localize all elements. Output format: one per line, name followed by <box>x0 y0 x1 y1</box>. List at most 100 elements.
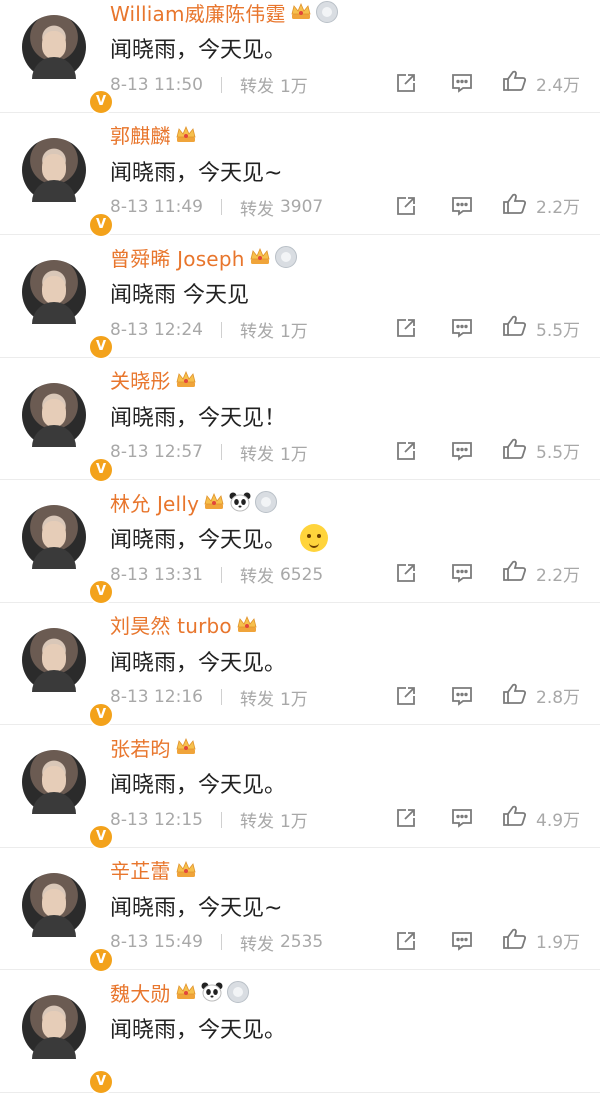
comment-icon[interactable] <box>450 438 474 464</box>
like-count: 5.5万 <box>536 443 581 463</box>
comment-feed: V William威廉陈伟霆 闻晓雨，今天见。 8-13 11:50 转发 1万 2.4万 V… <box>0 0 600 1095</box>
comment-item: V 曾舜晞 Joseph 闻晓雨 今天见 8-13 12:24 转发 1万 5.5万 <box>0 235 600 360</box>
user-name[interactable]: 刘昊然 turbo <box>110 610 232 639</box>
divider <box>220 76 222 93</box>
like-button[interactable]: 2.2万 <box>502 560 580 586</box>
user-name[interactable]: 魏大勋 <box>110 978 171 1007</box>
like-button[interactable]: 5.5万 <box>502 315 580 341</box>
divider <box>220 321 222 338</box>
like-button[interactable]: 5.5万 <box>502 438 580 464</box>
divider <box>220 689 222 705</box>
comment-time: 8-13 15:49 <box>110 932 203 952</box>
crown-icon <box>290 2 312 21</box>
crown-icon <box>175 370 197 389</box>
user-name[interactable]: 辛芷蕾 <box>110 855 171 884</box>
user-name[interactable]: 关晓彤 <box>110 365 171 394</box>
comment-item: V 刘昊然 turbo 闻晓雨，今天见。 8-13 12:16 转发 1万 2.8万 <box>0 603 600 728</box>
thumbs-up-icon <box>502 559 528 587</box>
comment-icon[interactable] <box>450 928 474 954</box>
forward-count: 6525 <box>279 564 324 585</box>
avatar[interactable]: V <box>22 872 114 973</box>
comment-actions: 5.5万 <box>394 315 590 341</box>
avatar[interactable]: V <box>22 995 114 1095</box>
divider <box>220 566 222 583</box>
like-button[interactable]: 1.9万 <box>502 928 580 954</box>
avatar[interactable]: V <box>22 505 114 605</box>
forward-label: 转发 <box>239 934 274 955</box>
forward-label: 转发 <box>239 77 274 97</box>
comment-time: 8-13 11:50 <box>110 74 203 95</box>
share-icon[interactable] <box>394 683 418 709</box>
share-icon[interactable] <box>394 805 418 831</box>
crown-icon <box>175 737 197 756</box>
comment-icon[interactable] <box>450 193 474 219</box>
share-icon[interactable] <box>394 193 418 219</box>
divider <box>220 934 222 950</box>
avatar[interactable]: V <box>22 260 114 360</box>
user-name[interactable]: William威廉陈伟霆 <box>110 0 286 27</box>
like-count: 2.2万 <box>536 198 581 218</box>
forward-count: 1万 <box>279 322 308 342</box>
like-button[interactable]: 4.9万 <box>502 805 580 831</box>
avatar[interactable]: V <box>22 15 114 115</box>
forward-label: 转发 <box>239 812 274 832</box>
comment-icon[interactable] <box>450 805 474 831</box>
comment-item: V 魏大勋 闻晓雨，今天见。 <box>0 970 600 1095</box>
comment-icon[interactable] <box>450 560 474 586</box>
comment-text: 闻晓雨，今天见。 <box>110 522 329 554</box>
avatar[interactable]: V <box>22 137 114 238</box>
like-button[interactable]: 2.2万 <box>502 193 580 219</box>
comment-time: 8-13 11:49 <box>110 197 203 217</box>
divider <box>220 199 222 215</box>
comment-actions: 1.9万 <box>394 928 590 954</box>
share-icon[interactable] <box>394 928 418 954</box>
forward-label: 转发 <box>239 322 274 342</box>
medal-icon <box>226 981 249 1003</box>
comment-icon[interactable] <box>450 683 474 709</box>
thumbs-up-icon <box>502 314 528 342</box>
user-name[interactable]: 曾舜晞 Joseph <box>110 243 245 272</box>
like-count: 2.4万 <box>536 75 581 96</box>
comment-meta: 8-13 12:16 转发 1万 <box>110 685 308 710</box>
comment-time: 8-13 12:15 <box>110 809 203 830</box>
user-name[interactable]: 郭麒麟 <box>110 120 171 149</box>
comment-meta: 8-13 15:49 转发 2535 <box>110 930 323 955</box>
share-icon[interactable] <box>394 438 418 464</box>
comment-time: 8-13 12:57 <box>110 442 203 462</box>
like-count: 5.5万 <box>536 320 581 341</box>
medal-icon <box>274 246 297 268</box>
forward-count: 1万 <box>279 444 308 465</box>
like-button[interactable]: 2.8万 <box>502 683 580 709</box>
share-icon[interactable] <box>394 315 418 341</box>
comment-actions: 4.9万 <box>394 805 590 831</box>
medal-icon <box>315 1 338 23</box>
crown-icon <box>249 247 271 266</box>
avatar[interactable]: V <box>22 750 114 850</box>
comment-item: V 辛芷蕾 闻晓雨，今天见~ 8-13 15:49 转发 2535 1.9万 <box>0 848 600 973</box>
comment-text: 闻晓雨，今天见。 <box>110 38 287 63</box>
share-icon[interactable] <box>394 560 418 586</box>
comment-text: 闻晓雨 今天见 <box>110 283 249 308</box>
forward-count: 2535 <box>279 932 324 952</box>
crown-icon <box>175 860 197 879</box>
avatar[interactable]: V <box>22 627 114 728</box>
user-name[interactable]: 张若昀 <box>110 733 171 762</box>
share-icon[interactable] <box>394 70 418 96</box>
comment-icon[interactable] <box>450 70 474 96</box>
comment-text: 闻晓雨，今天见。 <box>110 650 287 676</box>
thumbs-up-icon <box>502 437 528 465</box>
comment-item: V 郭麒麟 闻晓雨，今天见~ 8-13 11:49 转发 3907 2.2万 <box>0 113 600 238</box>
panda-icon <box>229 492 251 512</box>
comment-actions: 2.4万 <box>394 70 590 96</box>
like-button[interactable]: 2.4万 <box>502 70 580 96</box>
avatar[interactable]: V <box>22 382 114 483</box>
crown-icon <box>175 125 197 144</box>
user-name[interactable]: 林允 Jelly <box>110 488 199 517</box>
thumbs-up-icon <box>502 69 528 97</box>
thumbs-up-icon <box>502 927 528 955</box>
comment-item: V William威廉陈伟霆 闻晓雨，今天见。 8-13 11:50 转发 1万 2.4万 <box>0 0 600 115</box>
crown-icon <box>236 615 258 634</box>
verified-badge: V <box>88 1069 114 1095</box>
comment-icon[interactable] <box>450 315 474 341</box>
comment-item: V 张若昀 闻晓雨，今天见。 8-13 12:15 转发 1万 4.9万 <box>0 725 600 850</box>
